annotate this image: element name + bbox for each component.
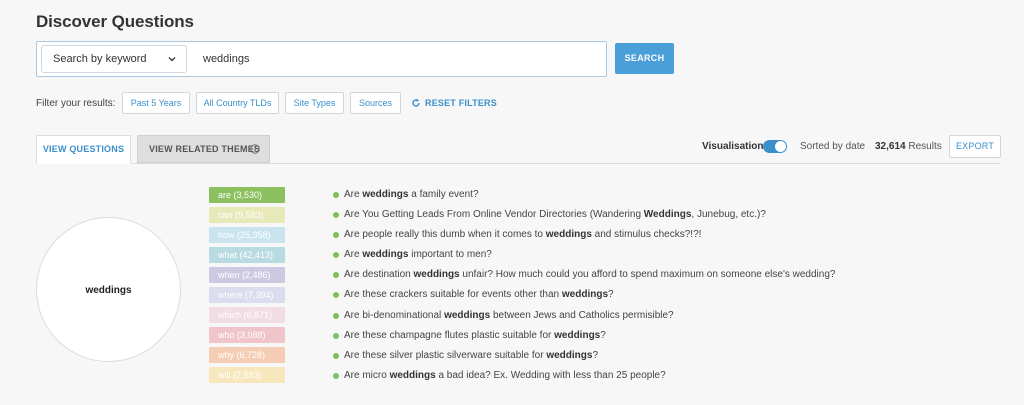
- question-keyword: weddings: [554, 329, 601, 341]
- question-item[interactable]: Are destination weddings unfair? How muc…: [333, 268, 835, 288]
- question-keyword: weddings: [561, 289, 609, 301]
- bullet-icon: [333, 372, 339, 379]
- search-button[interactable]: SEARCH: [615, 43, 674, 74]
- question-type-tag[interactable]: what (42,413): [209, 247, 285, 263]
- reset-filters-link[interactable]: RESET FILTERS: [412, 98, 497, 108]
- question-keyword: weddings: [546, 349, 593, 361]
- question-text: Are You Getting Leads From Online Vendor…: [344, 209, 644, 221]
- question-text: Are micro: [344, 369, 390, 381]
- question-item[interactable]: Are these crackers suitable for events o…: [333, 288, 835, 308]
- question-text: between Jews and Catholics permisible?: [490, 309, 674, 321]
- page-title: Discover Questions: [36, 12, 194, 31]
- filter-chip-date[interactable]: Past 5 Years: [122, 92, 190, 114]
- question-text: important to men?: [408, 249, 492, 261]
- question-keyword: weddings: [362, 189, 409, 200]
- question-item[interactable]: Are You Getting Leads From Online Vendor…: [333, 208, 835, 228]
- question-text: , Junebug, etc.)?: [691, 209, 766, 221]
- question-type-tag[interactable]: can (9,583): [209, 207, 285, 223]
- bullet-icon: [333, 292, 339, 299]
- question-keyword: weddings: [444, 309, 491, 321]
- visualisation-circle[interactable]: weddings: [36, 217, 181, 362]
- question-text: and stimulus checks?!?!: [591, 229, 702, 241]
- tab-divider: [36, 163, 1000, 164]
- chevron-down-icon: [168, 57, 176, 62]
- question-type-tag[interactable]: when (2,486): [209, 267, 285, 283]
- bullet-icon: [333, 212, 339, 219]
- question-keyword: weddings: [413, 269, 460, 281]
- visualisation-label: Visualisation: [702, 141, 764, 152]
- toggle-knob: [775, 141, 786, 152]
- question-type-tag[interactable]: why (6,728): [209, 347, 285, 363]
- filter-chip-site-types[interactable]: Site Types: [285, 92, 344, 114]
- search-mode-select[interactable]: Search by keyword: [41, 45, 187, 73]
- tab-view-related-themes-label: VIEW RELATED THEMES: [149, 144, 261, 154]
- question-text: a bad idea? Ex. Wedding with less than 2…: [435, 369, 666, 381]
- question-text: a family event?: [408, 189, 479, 200]
- filter-chip-country[interactable]: All Country TLDs: [196, 92, 279, 114]
- search-mode-label: Search by keyword: [53, 53, 147, 65]
- question-text: Are these crackers suitable for events o…: [344, 289, 562, 301]
- question-text: unfair? How much could you afford to spe…: [459, 269, 836, 281]
- question-text: ?: [600, 329, 606, 341]
- question-keyword: weddings: [389, 369, 436, 381]
- question-keyword: Weddings: [643, 209, 692, 221]
- center-keyword: weddings: [85, 285, 132, 296]
- question-text: Are destination: [344, 269, 414, 281]
- search-input[interactable]: weddings: [203, 53, 249, 65]
- bullet-icon: [333, 332, 339, 339]
- question-item[interactable]: Are micro weddings a bad idea? Ex. Weddi…: [333, 369, 835, 389]
- question-item[interactable]: Are these champagne flutes plastic suita…: [333, 329, 835, 349]
- filter-chip-sources[interactable]: Sources: [350, 92, 401, 114]
- bullet-icon: [333, 232, 339, 239]
- question-type-tag[interactable]: who (3,088): [209, 327, 285, 343]
- question-text: Are bi-denominational: [344, 309, 445, 321]
- sort-label[interactable]: Sorted by date: [800, 141, 865, 152]
- results-number: 32,614: [875, 141, 906, 152]
- search-bar: Search by keyword weddings: [36, 41, 607, 77]
- question-type-tag[interactable]: how (25,358): [209, 227, 285, 243]
- question-text: Are these silver plastic silverware suit…: [344, 349, 547, 361]
- question-keyword: weddings: [545, 229, 592, 241]
- bullet-icon: [333, 252, 339, 259]
- tab-view-related-themes[interactable]: VIEW RELATED THEMES: [137, 135, 270, 163]
- results-count: 32,614 Results: [875, 141, 942, 152]
- filter-label: Filter your results:: [36, 98, 116, 109]
- question-item[interactable]: Are these silver plastic silverware suit…: [333, 349, 835, 369]
- question-text: ?: [592, 349, 598, 361]
- question-item[interactable]: Are bi-denominational weddings between J…: [333, 309, 835, 329]
- refresh-icon: [412, 98, 420, 107]
- question-text: Are these champagne flutes plastic suita…: [344, 329, 555, 341]
- question-text: Are: [344, 189, 363, 200]
- question-text: Are: [344, 249, 363, 261]
- info-icon: [250, 144, 260, 154]
- question-keyword: weddings: [362, 249, 409, 261]
- question-item[interactable]: Are weddings a family event?: [333, 188, 835, 208]
- question-type-tags: are (3,530) can (9,583) how (25,358) what (…: [209, 187, 285, 387]
- bullet-icon: [333, 192, 339, 198]
- bullet-icon: [333, 272, 339, 279]
- visualisation-toggle[interactable]: [763, 140, 787, 153]
- results-suffix: Results: [908, 141, 942, 152]
- question-type-tag[interactable]: where (7,394): [209, 287, 285, 303]
- question-text: Are people really this dumb when it come…: [344, 229, 546, 241]
- question-text: ?: [608, 289, 614, 301]
- reset-filters-label: RESET FILTERS: [425, 98, 497, 108]
- question-type-tag[interactable]: are (3,530): [209, 187, 285, 203]
- export-button[interactable]: EXPORT: [949, 135, 1001, 158]
- question-item[interactable]: Are weddings important to men?: [333, 248, 835, 268]
- question-item[interactable]: Are people really this dumb when it come…: [333, 228, 835, 248]
- tab-view-questions[interactable]: VIEW QUESTIONS: [36, 135, 131, 164]
- question-type-tag[interactable]: which (6,871): [209, 307, 285, 323]
- bullet-icon: [333, 312, 339, 319]
- question-type-tag[interactable]: will (2,583): [209, 367, 285, 383]
- bullet-icon: [333, 352, 339, 359]
- question-list: Are weddings a family event? Are You Gett…: [333, 188, 835, 389]
